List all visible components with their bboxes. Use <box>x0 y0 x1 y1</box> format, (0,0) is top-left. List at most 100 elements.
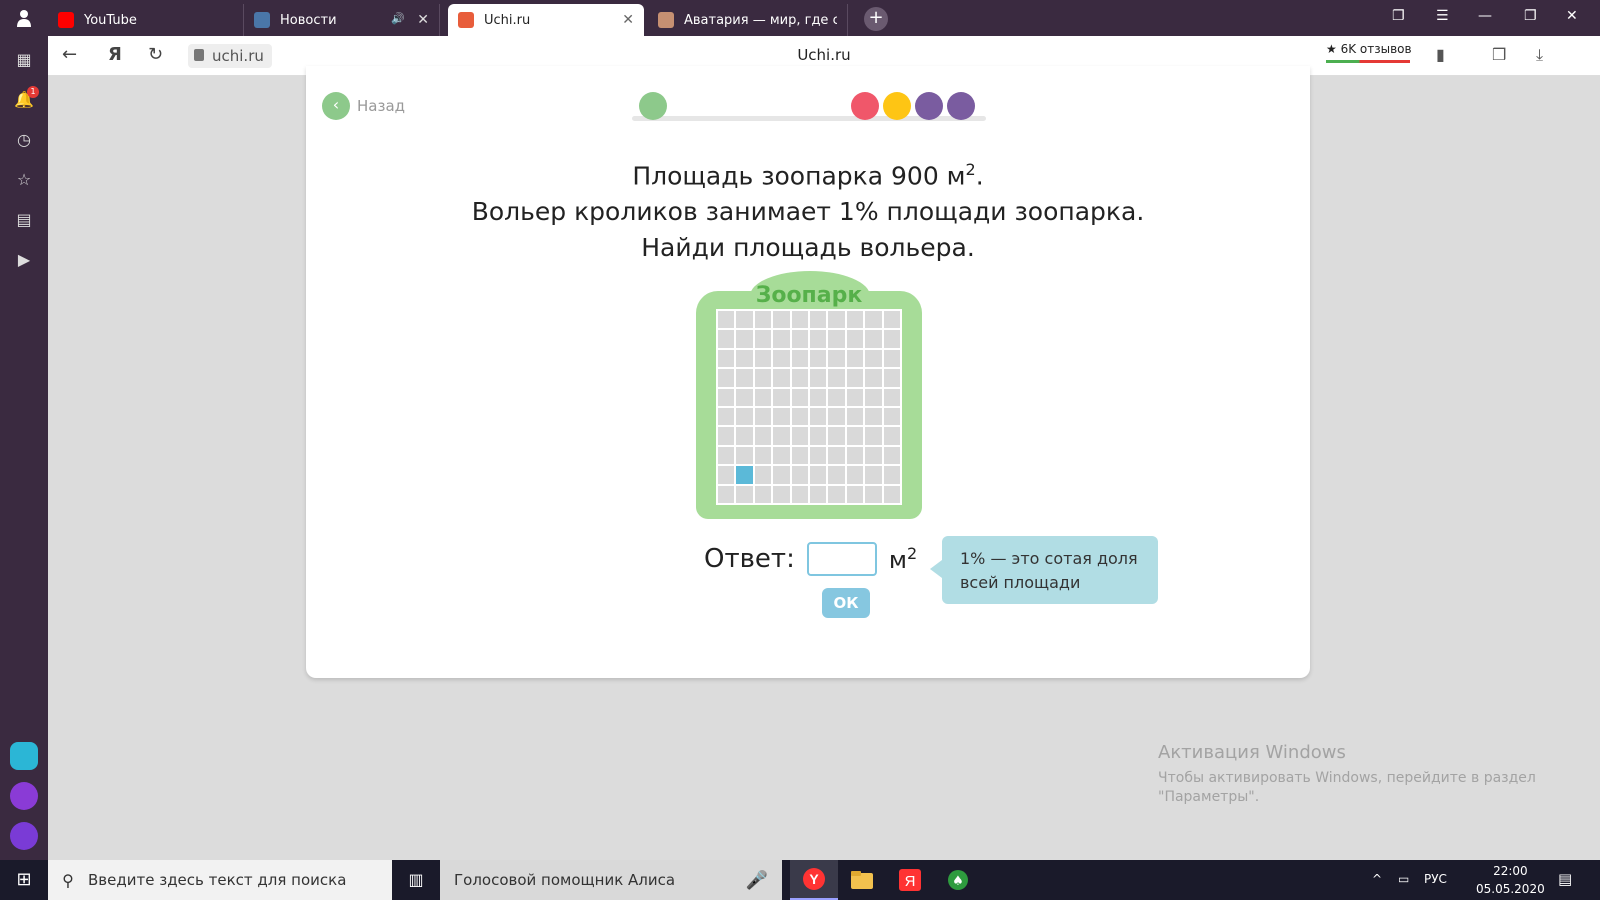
messenger-icon[interactable] <box>10 742 38 770</box>
grid-cell <box>828 369 845 387</box>
progress-dot <box>883 92 911 120</box>
svg-text:♠: ♠ <box>952 874 964 889</box>
youtube-icon <box>58 12 74 28</box>
task-view-icon[interactable]: ▥ <box>392 860 440 900</box>
grid-cell <box>883 466 900 484</box>
grid-cell <box>865 349 882 368</box>
yandex-icon[interactable]: Я <box>886 860 934 900</box>
grid-cell <box>773 349 790 368</box>
back-button[interactable]: ‹ Назад <box>322 92 405 120</box>
alice-voice-assistant[interactable]: Голосовой помощник Алиса 🎤 <box>440 860 782 900</box>
grid-cell <box>754 485 772 503</box>
alice-icon[interactable] <box>10 822 38 850</box>
video-icon[interactable]: ▶ <box>12 248 36 272</box>
avataria-icon <box>658 12 674 28</box>
ok-button[interactable]: ОК <box>822 588 870 618</box>
svg-text:Y: Y <box>809 871 819 887</box>
grid-cell <box>828 485 845 503</box>
taskbar-search[interactable]: ⚲ Введите здесь текст для поиска <box>48 860 392 900</box>
reviews-rating-bar <box>1326 60 1410 63</box>
grid-cell <box>718 388 735 406</box>
grid-cell <box>846 446 864 465</box>
notification-badge: 1 <box>27 86 39 98</box>
grid-cell <box>828 311 845 329</box>
grid-cell <box>846 349 864 368</box>
tab-title: Аватария — мир, где сбы <box>684 12 837 28</box>
tab-news[interactable]: Новости 🔊 ✕ <box>244 4 440 36</box>
grid-cell <box>883 485 900 503</box>
file-explorer-icon[interactable] <box>838 860 886 900</box>
task-line-1-text: Площадь зоопарка 900 м <box>632 161 966 191</box>
language-indicator[interactable]: РУС <box>1424 872 1447 886</box>
notifications-icon[interactable]: 🔔 1 <box>12 86 39 112</box>
grid-cell <box>809 330 827 348</box>
grid-cell <box>809 427 827 445</box>
favorites-icon[interactable]: ☆ <box>12 168 36 192</box>
answer-label: Ответ: <box>704 544 795 574</box>
svg-text:Я: Я <box>905 873 916 890</box>
grid-cell <box>754 369 772 387</box>
grid-cell <box>773 407 790 426</box>
speaker-icon[interactable]: 🔊 <box>391 12 405 25</box>
close-icon[interactable]: ✕ <box>622 12 634 28</box>
chevron-left-icon: ‹ <box>322 92 350 120</box>
menu-icon[interactable]: ☰ <box>1436 8 1449 24</box>
windows-taskbar: ⊞ ⚲ Введите здесь текст для поиска ▥ Гол… <box>0 860 1600 900</box>
microphone-icon[interactable]: 🎤 <box>746 870 768 891</box>
grid-cell <box>809 311 827 329</box>
grid-cell <box>809 485 827 503</box>
task-line-1-end: . <box>975 161 984 191</box>
windows-start-icon[interactable]: ⊞ <box>0 860 48 900</box>
grid-cell <box>718 311 735 329</box>
grid-cell <box>736 407 753 426</box>
history-icon[interactable]: ◷ <box>12 128 36 152</box>
grid-cell <box>791 349 808 368</box>
alice-label: Голосовой помощник Алиса <box>454 871 676 889</box>
grid-cell <box>791 388 808 406</box>
grid-cell <box>809 446 827 465</box>
activation-line-1: Чтобы активировать Windows, перейдите в … <box>1158 770 1536 786</box>
tab-youtube[interactable]: YouTube <box>48 4 244 36</box>
reviews-label: ★ 6K отзывов <box>1326 42 1412 56</box>
yandex-browser-taskbar-icon[interactable]: Y <box>790 860 838 900</box>
minimize-icon[interactable]: — <box>1478 8 1492 24</box>
network-icon[interactable]: ▭ <box>1398 872 1409 886</box>
tab-uchi[interactable]: Uchi.ru ✕ <box>448 4 644 36</box>
bookmarks-panel-icon[interactable]: ❐ <box>1392 8 1405 24</box>
reviews-button[interactable]: ★ 6K отзывов <box>1326 42 1412 63</box>
uchi-icon <box>458 12 474 28</box>
restore-icon[interactable]: ❐ <box>1524 8 1537 24</box>
grid-cell <box>846 485 864 503</box>
answer-unit-text: м <box>888 546 907 574</box>
grid-cell <box>754 427 772 445</box>
game-app-icon[interactable]: ♠ <box>934 860 982 900</box>
close-window-icon[interactable]: ✕ <box>1566 8 1578 24</box>
profile-icon[interactable] <box>0 0 48 36</box>
close-icon[interactable]: ✕ <box>417 12 429 28</box>
grid-cell <box>846 311 864 329</box>
answer-input[interactable] <box>806 542 877 576</box>
system-clock[interactable]: 22:00 05.05.2020 <box>1476 862 1545 898</box>
grid-cell <box>846 388 864 406</box>
tab-avataria[interactable]: Аватария — мир, где сбы <box>648 4 848 36</box>
answer-unit-sup: 2 <box>906 544 918 563</box>
grid-cell <box>809 407 827 426</box>
alice-app-icon[interactable] <box>10 782 38 810</box>
grid-cell <box>865 388 882 406</box>
notification-center-icon[interactable]: ▤ <box>1558 870 1572 888</box>
apps-grid-icon[interactable]: ▦ <box>12 48 36 72</box>
grid-cell <box>791 311 808 329</box>
grid-cell <box>865 427 882 445</box>
grid-cell <box>791 446 808 465</box>
grid-cell <box>718 427 735 445</box>
download-icon[interactable]: ⤓ <box>1536 45 1543 65</box>
grid-cell <box>883 446 900 465</box>
bookmark-icon[interactable]: ▮ <box>1436 45 1445 64</box>
extensions-icon[interactable]: ❒ <box>1492 45 1506 64</box>
chevron-up-icon[interactable]: ^ <box>1372 872 1382 886</box>
collections-icon[interactable]: ▤ <box>12 208 36 232</box>
zoo-grid <box>716 309 902 505</box>
grid-cell <box>809 369 827 387</box>
grid-cell <box>791 330 808 348</box>
new-tab-button[interactable]: + <box>864 7 888 31</box>
